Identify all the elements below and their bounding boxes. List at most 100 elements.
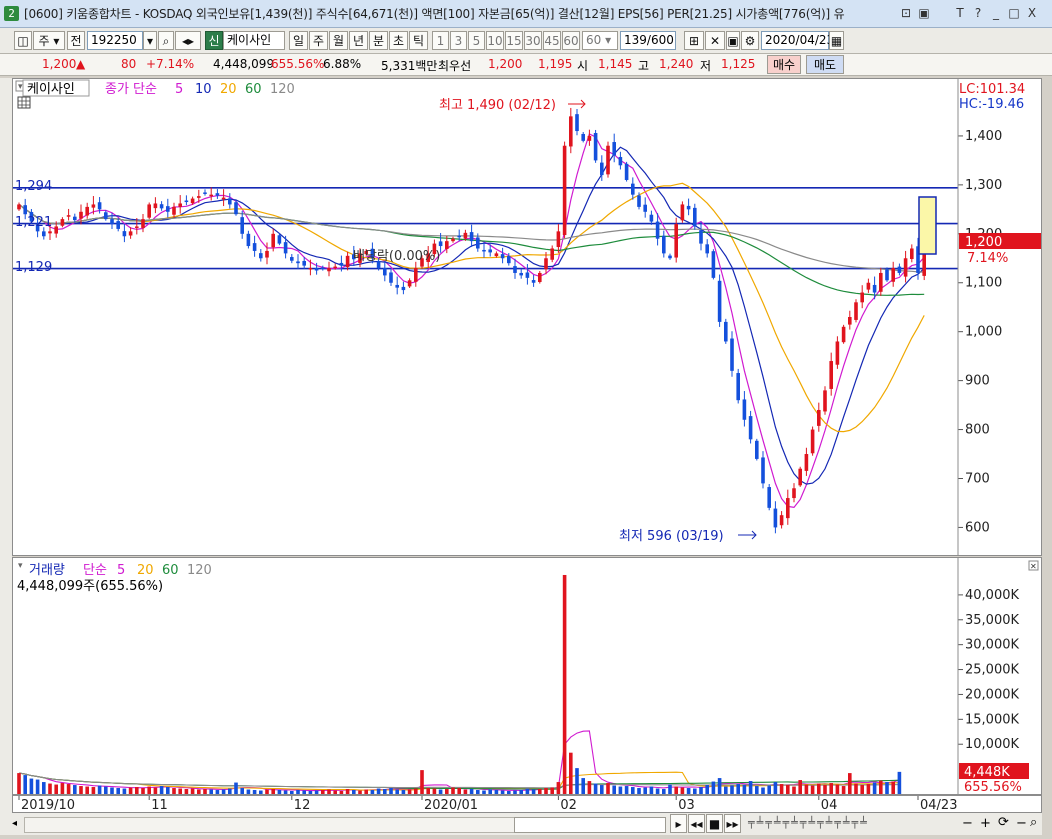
candle[interactable] [215, 193, 220, 196]
candle[interactable] [581, 133, 585, 141]
candle[interactable] [488, 249, 492, 253]
play-icon[interactable]: ▸ [670, 814, 687, 833]
period-month-button[interactable]: 월 [329, 31, 348, 50]
candle-type-icon[interactable]: ⊞ [684, 31, 704, 50]
interval-1-button[interactable]: 1 [432, 31, 449, 50]
volume-bar[interactable] [395, 789, 399, 794]
volume-bar[interactable] [352, 790, 356, 794]
candle[interactable] [643, 204, 647, 212]
volume-bar[interactable] [569, 752, 573, 794]
volume-bar[interactable] [215, 790, 220, 794]
volume-bar[interactable] [60, 783, 65, 794]
candle[interactable] [395, 284, 399, 288]
close-button[interactable]: X [1024, 5, 1040, 21]
candle[interactable] [110, 219, 114, 225]
volume-bar[interactable] [23, 775, 27, 794]
volume-bar[interactable] [748, 781, 753, 794]
volume-bar[interactable] [110, 787, 114, 794]
volume-bar[interactable] [190, 788, 195, 794]
candle[interactable] [655, 221, 660, 239]
volume-bar[interactable] [426, 788, 430, 794]
volume-bar[interactable] [817, 783, 821, 794]
candle[interactable] [637, 195, 641, 207]
volume-bar[interactable] [290, 791, 294, 794]
interval-15-button[interactable]: 15 [505, 31, 523, 50]
candle[interactable] [575, 114, 579, 132]
volume-bar[interactable] [637, 788, 641, 794]
candle[interactable] [903, 258, 908, 277]
volume-bar[interactable] [259, 790, 263, 794]
volume-bar[interactable] [339, 791, 344, 794]
volume-bar[interactable] [649, 786, 654, 794]
volume-bar[interactable] [643, 787, 647, 794]
prev-button[interactable]: 전 [67, 31, 85, 50]
candle[interactable] [469, 232, 474, 242]
candle[interactable] [97, 202, 102, 210]
volume-bar[interactable] [308, 791, 313, 794]
link-icon[interactable]: ⊡ [898, 5, 914, 21]
volume-bar[interactable] [525, 788, 530, 794]
zoom-slider[interactable]: ╤╧╤╧╤╧╤╧╤╧╤╧╤╧ [748, 816, 898, 832]
volume-bar[interactable] [767, 785, 771, 794]
volume-bar[interactable] [662, 789, 666, 794]
scroll-thumb[interactable] [514, 817, 666, 833]
volume-bar[interactable] [761, 787, 765, 794]
scroll-track[interactable] [24, 817, 516, 833]
volume-bar[interactable] [544, 788, 548, 794]
candle[interactable] [66, 215, 71, 217]
candle[interactable] [786, 498, 790, 519]
settings-icon[interactable]: ⚙ [741, 31, 759, 50]
candle[interactable] [314, 268, 319, 271]
candle[interactable] [848, 317, 852, 325]
volume-bar[interactable] [166, 787, 170, 794]
volume-bar[interactable] [451, 787, 455, 794]
candle[interactable] [593, 133, 598, 161]
volume-bar[interactable] [513, 790, 517, 794]
candle[interactable] [17, 204, 21, 210]
volume-bar[interactable] [897, 771, 902, 794]
reset-icon[interactable]: ⟳ [998, 815, 1009, 830]
price-chart-panel[interactable]: 6007008009001,0001,1001,2001,3001,400 ▾ … [12, 78, 1042, 556]
volume-bar[interactable] [699, 787, 703, 794]
candle[interactable] [259, 253, 263, 259]
volume-bar[interactable] [252, 790, 257, 794]
volume-bar[interactable] [711, 781, 716, 794]
volume-bar[interactable] [587, 781, 592, 794]
volume-bar[interactable] [445, 789, 449, 794]
volume-bar[interactable] [823, 785, 827, 794]
candle[interactable] [321, 267, 325, 270]
volume-bar[interactable] [321, 790, 325, 794]
candle[interactable] [290, 257, 294, 261]
candle[interactable] [209, 194, 213, 197]
period-minute-button[interactable]: 분 [369, 31, 388, 50]
volume-bar[interactable] [507, 791, 511, 794]
candle[interactable] [525, 272, 530, 278]
volume-bar[interactable] [693, 788, 697, 794]
volume-bar[interactable] [141, 788, 145, 794]
candle[interactable] [730, 338, 734, 371]
candle[interactable] [48, 231, 52, 234]
volume-bar[interactable] [302, 790, 306, 794]
candle[interactable] [562, 145, 567, 236]
volume-bar[interactable] [358, 790, 362, 794]
candle[interactable] [463, 232, 468, 239]
candle[interactable] [817, 409, 821, 426]
volume-bar[interactable] [618, 786, 623, 794]
crosshair-icon[interactable]: ✕ [705, 31, 725, 50]
candle[interactable] [531, 280, 536, 283]
buy-button[interactable]: 매수 [767, 55, 801, 74]
candle[interactable] [736, 373, 740, 401]
candle[interactable] [854, 302, 858, 320]
volume-bar[interactable] [550, 787, 554, 794]
candle[interactable] [339, 262, 344, 266]
volume-bar[interactable] [854, 783, 858, 794]
volume-chart-panel[interactable]: 10,000K 15,000K 20,000K 25,000K 30,000K 35,00… [12, 557, 1042, 795]
candle[interactable] [476, 237, 480, 249]
candle[interactable] [569, 116, 573, 147]
candle[interactable] [172, 206, 176, 215]
volume-bar[interactable] [860, 785, 864, 794]
volume-bar[interactable] [42, 782, 46, 794]
candle[interactable] [327, 268, 331, 272]
volume-bar[interactable] [717, 778, 722, 794]
candle[interactable] [755, 440, 759, 459]
